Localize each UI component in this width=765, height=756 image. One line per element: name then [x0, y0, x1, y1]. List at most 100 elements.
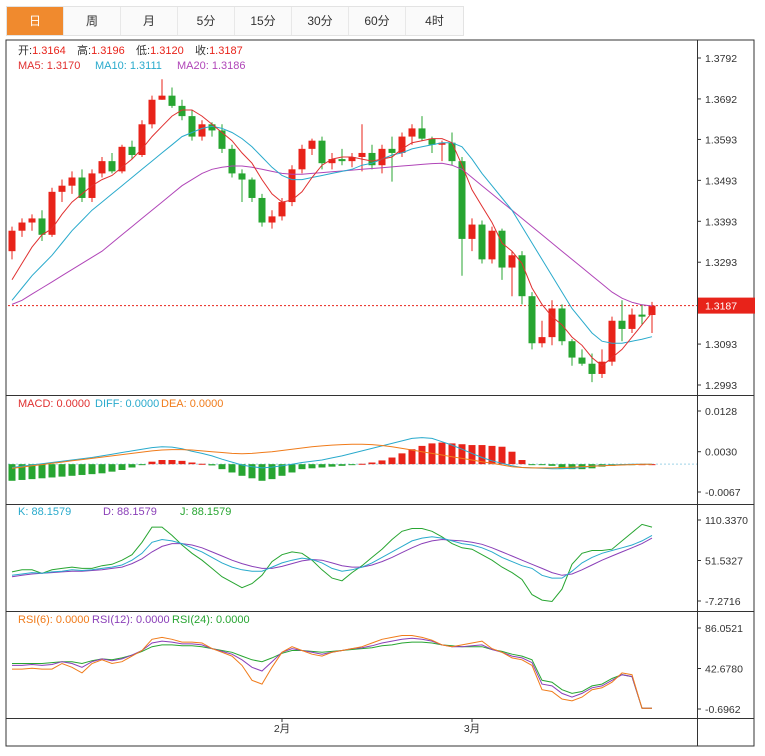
candle-body — [628, 314, 636, 329]
macd-bar — [158, 460, 166, 465]
candle-body — [638, 314, 646, 317]
macd-bar — [338, 464, 346, 466]
candle-body — [138, 124, 146, 155]
macd-bar — [548, 464, 556, 466]
d-line — [11, 537, 653, 578]
macd-bar — [288, 464, 296, 473]
macd-bar — [528, 464, 536, 466]
candle-body — [208, 124, 216, 131]
macd-bar — [498, 446, 506, 465]
candle-body — [318, 140, 326, 164]
macd-bar — [378, 460, 386, 465]
y-tick-label: 1.2993 — [705, 380, 737, 392]
macd-bar — [98, 464, 106, 474]
candle-body — [488, 230, 496, 260]
y-tick-label: 1.3293 — [705, 257, 737, 269]
candle-body — [468, 224, 476, 239]
x-tick-label: 3月 — [464, 723, 480, 735]
legend-macd: MACD: 0.0000 — [18, 398, 90, 410]
legend-high: 高:1.3196 — [77, 43, 125, 57]
legend-close: 收:1.3187 — [195, 43, 243, 57]
candle-body — [338, 159, 346, 162]
y-tick-label: 110.3370 — [705, 515, 748, 527]
candle-body — [278, 202, 286, 217]
candle-body — [588, 363, 596, 374]
macd-bar — [258, 464, 266, 481]
macd-bar — [518, 460, 526, 465]
legend-diff: DIFF: 0.0000 — [95, 398, 159, 410]
candle-body — [68, 177, 76, 186]
candle-body — [458, 161, 466, 239]
macd-bar — [128, 464, 136, 468]
candle-body — [78, 177, 86, 198]
macd-bar — [78, 464, 86, 475]
legend-j: J: 88.1579 — [180, 506, 231, 518]
macd-bar — [8, 464, 16, 481]
candle-body — [258, 197, 266, 223]
macd-bar — [418, 445, 426, 465]
candle-body — [418, 128, 426, 139]
macd-bar — [88, 464, 96, 475]
y-tick-label: 1.3393 — [705, 216, 737, 228]
macd-bar — [68, 464, 76, 476]
legend-ma10: MA10: 1.3111 — [95, 60, 162, 72]
candle-body — [618, 320, 626, 329]
candle-body — [478, 224, 486, 260]
y-tick-label: -0.6962 — [705, 704, 741, 716]
candle-body — [128, 146, 136, 155]
macd-bar — [358, 463, 366, 465]
macd-bar — [298, 464, 306, 470]
macd-bar — [368, 462, 376, 465]
y-tick-label: 0.0030 — [705, 447, 737, 459]
candle-body — [248, 179, 256, 198]
candle-body — [308, 140, 316, 149]
y-tick-label: 51.5327 — [705, 556, 743, 568]
k-line — [11, 534, 653, 579]
candle-body — [448, 142, 456, 162]
candle-body — [578, 357, 586, 364]
legend-rsi24: RSI(24): 0.0000 — [172, 614, 250, 626]
candle-body — [58, 185, 66, 192]
candle-body — [98, 161, 106, 174]
macd-bar — [328, 464, 336, 467]
candle-body — [268, 216, 276, 223]
macd-bar — [178, 460, 186, 465]
legend-low: 低:1.3120 — [136, 44, 184, 57]
y-tick-label: 1.3692 — [705, 94, 737, 106]
candle-body — [528, 296, 536, 344]
macd-bar — [318, 464, 326, 468]
macd-bar — [58, 464, 66, 477]
macd-bar — [108, 464, 116, 472]
candle-body — [38, 218, 46, 235]
macd-bar — [48, 464, 56, 478]
candle-body — [28, 218, 36, 223]
candle-body — [168, 95, 176, 106]
y-tick-label: 1.3792 — [705, 53, 737, 65]
candle-body — [238, 173, 246, 180]
candle-body — [158, 95, 166, 100]
macd-bar — [118, 464, 126, 470]
macd-bar — [308, 464, 316, 469]
macd-bar — [228, 464, 236, 473]
macd-bar — [458, 444, 466, 465]
y-tick-label: 0.0128 — [705, 406, 737, 418]
macd-bar — [198, 463, 206, 465]
candle-body — [18, 222, 26, 231]
macd-bar — [188, 462, 196, 465]
candle-body — [508, 255, 516, 268]
candle-body — [358, 152, 366, 158]
candle-body — [198, 124, 206, 137]
macd-bar — [348, 464, 356, 466]
macd-bar — [508, 451, 516, 465]
candle-body — [568, 341, 576, 358]
macd-bar — [208, 464, 216, 466]
x-tick-label: 2月 — [274, 723, 290, 735]
candle-body — [538, 337, 546, 344]
y-tick-label: 1.3593 — [705, 134, 737, 146]
legend-d: D: 88.1579 — [103, 506, 157, 518]
macd-bar — [218, 464, 226, 470]
legend-rsi6: RSI(6): 0.0000 — [18, 614, 90, 626]
legend-dea: DEA: 0.0000 — [161, 398, 223, 410]
macd-bar — [538, 464, 546, 466]
y-tick-label: -0.0067 — [705, 487, 741, 499]
